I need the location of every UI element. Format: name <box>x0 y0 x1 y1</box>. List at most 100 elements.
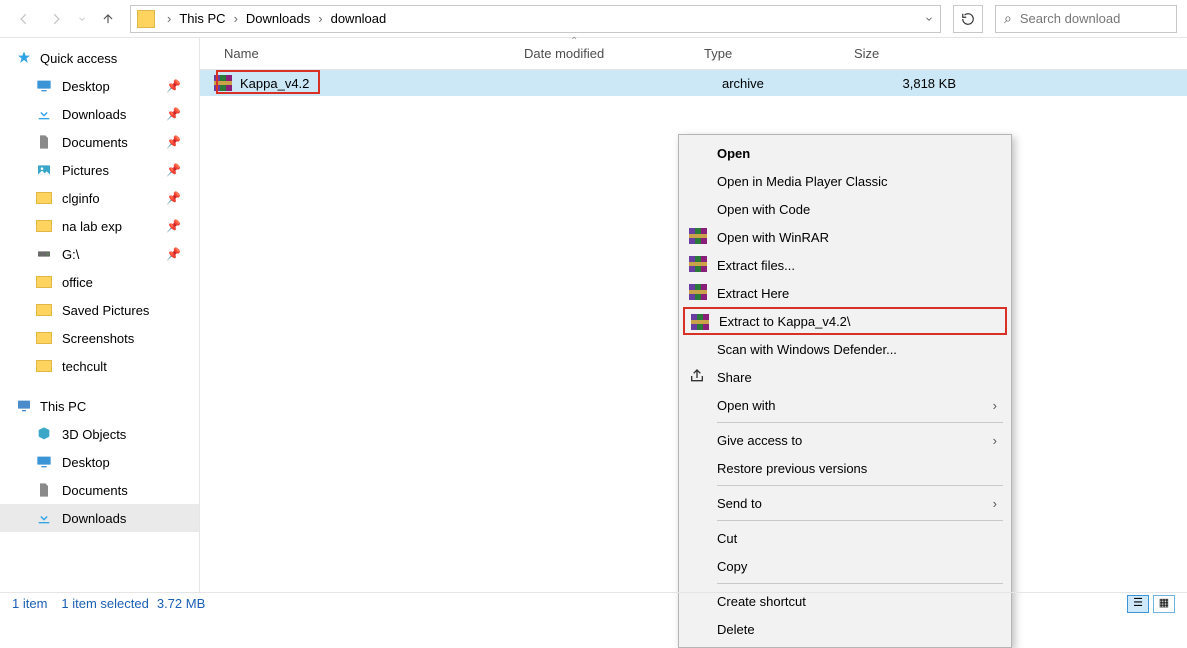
sidebar-item-gdrive[interactable]: G:\ 📌 <box>0 240 199 268</box>
pc-icon <box>16 398 32 414</box>
pictures-icon <box>36 162 52 178</box>
column-type[interactable]: Type <box>704 46 854 61</box>
sidebar-item-pc-desktop[interactable]: Desktop <box>0 448 199 476</box>
sidebar-item-documents[interactable]: Documents 📌 <box>0 128 199 156</box>
file-list-area: ⌃ Name Date modified Type Size Kappa_v4.… <box>200 38 1187 592</box>
folder-icon <box>36 276 52 288</box>
file-row[interactable]: Kappa_v4.2 archive 3,818 KB <box>200 70 1187 96</box>
ctx-share[interactable]: Share <box>679 363 1011 391</box>
download-icon <box>36 510 52 526</box>
ctx-label: Open with Code <box>717 202 810 217</box>
ctx-open-with[interactable]: Open with › <box>679 391 1011 419</box>
sidebar-item-label: Pictures <box>62 163 109 178</box>
sidebar-item-label: Documents <box>62 135 128 150</box>
submenu-arrow-icon: › <box>993 398 997 413</box>
folder-icon <box>36 220 52 232</box>
sidebar-item-label: na lab exp <box>62 219 122 234</box>
sidebar-item-label: 3D Objects <box>62 427 126 442</box>
column-name[interactable]: Name <box>214 46 524 61</box>
column-headers: Name Date modified Type Size <box>200 38 1187 70</box>
status-selected-size: 3.72 MB <box>157 596 205 611</box>
refresh-button[interactable] <box>953 5 983 33</box>
ctx-extract-here[interactable]: Extract Here <box>679 279 1011 307</box>
desktop-icon <box>36 454 52 470</box>
recent-locations-dropdown[interactable] <box>74 5 90 33</box>
download-icon <box>36 106 52 122</box>
folder-icon <box>36 360 52 372</box>
address-bar[interactable]: › This PC › Downloads › download <box>130 5 941 33</box>
ctx-delete[interactable]: Delete <box>679 615 1011 643</box>
forward-button[interactable] <box>42 5 70 33</box>
sidebar-item-pc-documents[interactable]: Documents <box>0 476 199 504</box>
status-selected-count: 1 item selected <box>61 596 148 611</box>
column-size[interactable]: Size <box>854 46 954 61</box>
quick-access-header[interactable]: Quick access <box>0 44 199 72</box>
sidebar-item-label: Documents <box>62 483 128 498</box>
sidebar-item-clginfo[interactable]: clginfo 📌 <box>0 184 199 212</box>
ctx-extract-files[interactable]: Extract files... <box>679 251 1011 279</box>
toolbar: › This PC › Downloads › download ⌕ Searc… <box>0 0 1187 38</box>
folder-icon <box>137 10 155 28</box>
sidebar-item-label: Downloads <box>62 107 126 122</box>
sidebar-item-techcult[interactable]: techcult <box>0 352 199 380</box>
file-size: 3,818 KB <box>872 76 972 91</box>
ctx-open-code[interactable]: Open with Code <box>679 195 1011 223</box>
folder-icon <box>36 304 52 316</box>
folder-icon <box>36 192 52 204</box>
ctx-label: Open with <box>717 398 776 413</box>
defender-icon <box>689 340 707 358</box>
ctx-copy[interactable]: Copy <box>679 552 1011 580</box>
up-button[interactable] <box>94 5 122 33</box>
search-input[interactable]: ⌕ Search download <box>995 5 1177 33</box>
sidebar-item-label: office <box>62 275 93 290</box>
pin-icon: 📌 <box>166 107 181 121</box>
ctx-extract-to-folder[interactable]: Extract to Kappa_v4.2\ <box>683 307 1007 335</box>
sidebar-item-pictures[interactable]: Pictures 📌 <box>0 156 199 184</box>
status-bar: 1 item 1 item selected 3.72 MB ☰ ▦ <box>0 592 1187 614</box>
column-date[interactable]: Date modified <box>524 46 704 61</box>
breadcrumb-downloads[interactable]: Downloads <box>242 11 314 26</box>
sidebar-item-label: techcult <box>62 359 107 374</box>
sidebar-item-label: clginfo <box>62 191 100 206</box>
breadcrumb-root[interactable]: This PC <box>175 11 229 26</box>
sidebar-item-downloads[interactable]: Downloads 📌 <box>0 100 199 128</box>
ctx-label: Scan with Windows Defender... <box>717 342 897 357</box>
context-menu: Open Open in Media Player Classic Open w… <box>678 134 1012 648</box>
sidebar-item-desktop[interactable]: Desktop 📌 <box>0 72 199 100</box>
ctx-scan-defender[interactable]: Scan with Windows Defender... <box>679 335 1011 363</box>
address-dropdown-icon[interactable] <box>924 12 934 27</box>
ctx-open-winrar[interactable]: Open with WinRAR <box>679 223 1011 251</box>
sidebar-item-screenshots[interactable]: Screenshots <box>0 324 199 352</box>
ctx-restore-versions[interactable]: Restore previous versions <box>679 454 1011 482</box>
back-button[interactable] <box>10 5 38 33</box>
winrar-icon <box>691 314 709 332</box>
sidebar-item-label: G:\ <box>62 247 79 262</box>
ctx-open[interactable]: Open <box>679 139 1011 167</box>
view-large-icons-button[interactable]: ▦ <box>1153 595 1175 613</box>
this-pc-header[interactable]: This PC <box>0 392 199 420</box>
sidebar-item-label: Screenshots <box>62 331 134 346</box>
sidebar-item-office[interactable]: office <box>0 268 199 296</box>
ctx-label: Extract files... <box>717 258 795 273</box>
sidebar-item-nalabexp[interactable]: na lab exp 📌 <box>0 212 199 240</box>
ctx-send-to[interactable]: Send to › <box>679 489 1011 517</box>
folder-icon <box>36 332 52 344</box>
view-details-button[interactable]: ☰ <box>1127 595 1149 613</box>
rar-archive-icon <box>214 75 232 91</box>
sidebar-item-3dobjects[interactable]: 3D Objects <box>0 420 199 448</box>
drive-icon <box>36 246 52 262</box>
pin-icon: 📌 <box>166 79 181 93</box>
sidebar-item-pc-downloads[interactable]: Downloads <box>0 504 199 532</box>
large-icons-icon: ▦ <box>1159 598 1169 609</box>
quick-access-label: Quick access <box>40 51 117 66</box>
ctx-give-access[interactable]: Give access to › <box>679 426 1011 454</box>
pin-icon: 📌 <box>166 163 181 177</box>
ctx-cut[interactable]: Cut <box>679 524 1011 552</box>
sidebar-item-savedpictures[interactable]: Saved Pictures <box>0 296 199 324</box>
winrar-icon <box>689 256 707 274</box>
separator <box>717 485 1003 486</box>
ctx-label: Extract Here <box>717 286 789 301</box>
ctx-open-mpc[interactable]: Open in Media Player Classic <box>679 167 1011 195</box>
breadcrumb-download[interactable]: download <box>327 11 391 26</box>
sort-indicator-icon: ⌃ <box>570 36 578 47</box>
